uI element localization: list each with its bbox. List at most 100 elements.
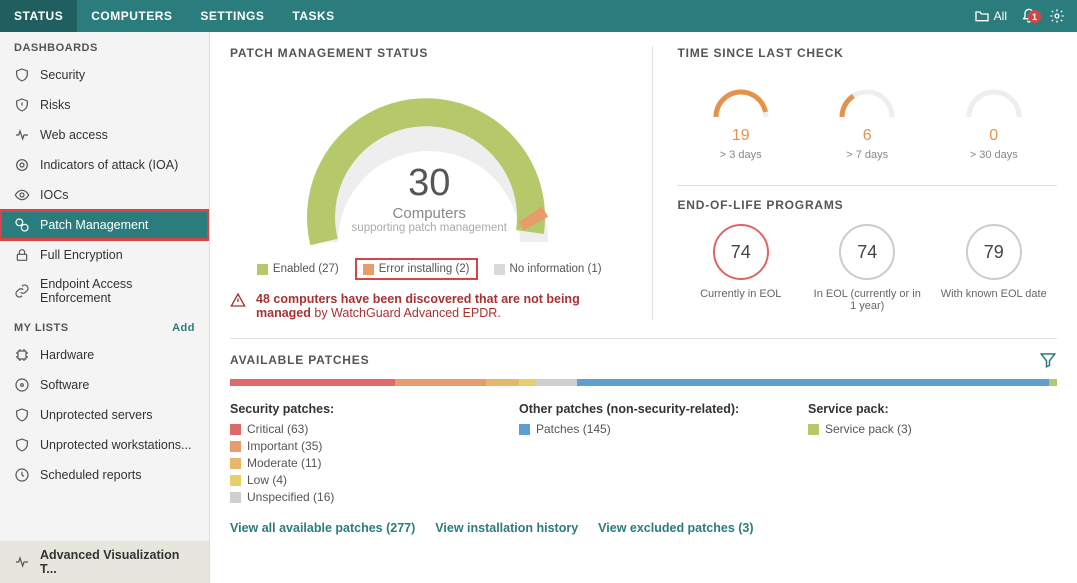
view-install-history-link[interactable]: View installation history bbox=[435, 521, 578, 535]
mini-gauge-caption: > 7 days bbox=[832, 149, 902, 161]
sidebar-item-ioa[interactable]: Indicators of attack (IOA) bbox=[0, 150, 209, 180]
gauge-count: 30 bbox=[279, 162, 579, 205]
card-patch-status: PATCH MANAGEMENT STATUS 30 Computers sup… bbox=[230, 46, 628, 320]
sidebar: DASHBOARDS Security Risks Web access Ind… bbox=[0, 32, 210, 583]
patch-label: Important (35) bbox=[247, 439, 322, 453]
bar-segment bbox=[486, 379, 519, 386]
card-right: TIME SINCE LAST CHECK 19 > 3 days 6 > 7 … bbox=[677, 46, 1057, 320]
card-available-patches: AVAILABLE PATCHES Security patches: Crit… bbox=[230, 351, 1057, 535]
sidebar-item-label: Patch Management bbox=[40, 218, 148, 232]
list-item-scheduled-reports[interactable]: Scheduled reports bbox=[0, 460, 209, 490]
sidebar-item-endpoint-access[interactable]: Endpoint Access Enforcement bbox=[0, 270, 209, 312]
sidebar-item-label: Scheduled reports bbox=[40, 468, 141, 482]
tab-settings[interactable]: SETTINGS bbox=[186, 0, 278, 32]
list-item-unprotected-servers[interactable]: Unprotected servers bbox=[0, 400, 209, 430]
patch-label: Patches (145) bbox=[536, 422, 611, 436]
sidebar-item-risks[interactable]: Risks bbox=[0, 90, 209, 120]
sidebar-item-label: Security bbox=[40, 68, 85, 82]
sidebar-item-label: Hardware bbox=[40, 348, 94, 362]
add-list-link[interactable]: Add bbox=[172, 322, 195, 334]
list-item-software[interactable]: Software bbox=[0, 370, 209, 400]
time-check-item[interactable]: 6 > 7 days bbox=[832, 72, 902, 161]
time-check-item[interactable]: 0 > 30 days bbox=[959, 72, 1029, 161]
list-item-unprotected-workstations[interactable]: Unprotected workstations... bbox=[0, 430, 209, 460]
mini-gauge-caption: > 3 days bbox=[706, 149, 776, 161]
patch-icon bbox=[14, 217, 30, 233]
patch-label: Unspecified (16) bbox=[247, 490, 334, 504]
card-title: TIME SINCE LAST CHECK bbox=[677, 46, 1057, 60]
view-excluded-patches-link[interactable]: View excluded patches (3) bbox=[598, 521, 753, 535]
unmanaged-warning[interactable]: 48 computers have been discovered that a… bbox=[230, 292, 628, 320]
eol-value: 79 bbox=[966, 224, 1022, 280]
bar-segment bbox=[1049, 379, 1057, 386]
bar-segment bbox=[519, 379, 536, 386]
shield-icon bbox=[14, 67, 30, 83]
eol-item[interactable]: 74 Currently in EOL bbox=[686, 224, 796, 312]
filter-button[interactable] bbox=[1039, 351, 1057, 374]
sidebar-item-security[interactable]: Security bbox=[0, 60, 209, 90]
sidebar-item-web-access[interactable]: Web access bbox=[0, 120, 209, 150]
mini-gauge-svg bbox=[832, 72, 902, 122]
bar-segment bbox=[395, 379, 486, 386]
time-check-item[interactable]: 19 > 3 days bbox=[706, 72, 776, 161]
col-title: Service pack: bbox=[808, 402, 1057, 416]
view-all-patches-link[interactable]: View all available patches (277) bbox=[230, 521, 415, 535]
swatch bbox=[808, 424, 819, 435]
patches-stacked-bar[interactable] bbox=[230, 379, 1057, 386]
mini-gauge-value: 6 bbox=[832, 127, 902, 145]
patch-item[interactable]: Important (35) bbox=[230, 439, 479, 453]
notifications-button[interactable]: 1 bbox=[1015, 8, 1043, 24]
tab-tasks[interactable]: TASKS bbox=[278, 0, 348, 32]
sidebar-item-full-encryption[interactable]: Full Encryption bbox=[0, 240, 209, 270]
patch-item[interactable]: Service pack (3) bbox=[808, 422, 1057, 436]
sidebar-item-patch-management[interactable]: Patch Management bbox=[0, 210, 209, 240]
pulse-icon bbox=[14, 127, 30, 143]
filter-label: All bbox=[994, 9, 1007, 23]
patches-links: View all available patches (277) View in… bbox=[230, 521, 1057, 535]
eol-row: 74 Currently in EOL 74 In EOL (currently… bbox=[677, 224, 1057, 312]
mini-gauge-caption: > 30 days bbox=[959, 149, 1029, 161]
security-patches-col: Security patches: Critical (63) Important… bbox=[230, 402, 479, 507]
patch-label: Low (4) bbox=[247, 473, 287, 487]
eol-item[interactable]: 79 With known EOL date bbox=[939, 224, 1049, 312]
patch-item[interactable]: Moderate (11) bbox=[230, 456, 479, 470]
other-patches-col: Other patches (non-security-related): Pa… bbox=[519, 402, 768, 507]
target-icon bbox=[14, 157, 30, 173]
patch-item[interactable]: Critical (63) bbox=[230, 422, 479, 436]
disc-icon bbox=[14, 377, 30, 393]
list-item-hardware[interactable]: Hardware bbox=[0, 340, 209, 370]
sidebar-item-label: Software bbox=[40, 378, 89, 392]
sidebar-item-label: Unprotected workstations... bbox=[40, 438, 191, 452]
funnel-icon bbox=[1039, 351, 1057, 369]
chip-icon bbox=[14, 347, 30, 363]
swatch bbox=[230, 441, 241, 452]
sidebar-item-iocs[interactable]: IOCs bbox=[0, 180, 209, 210]
filter-all[interactable]: All bbox=[966, 8, 1015, 24]
settings-gear-button[interactable] bbox=[1043, 8, 1071, 24]
patch-item[interactable]: Patches (145) bbox=[519, 422, 768, 436]
sidebar-item-label: Advanced Visualization T... bbox=[40, 548, 195, 576]
lock-icon bbox=[14, 247, 30, 263]
sidebar-item-label: Unprotected servers bbox=[40, 408, 153, 422]
warning-icon bbox=[230, 292, 246, 308]
bar-segment bbox=[536, 379, 577, 386]
tab-computers[interactable]: COMPUTERS bbox=[77, 0, 186, 32]
eol-caption: With known EOL date bbox=[939, 288, 1049, 300]
mini-gauge-svg bbox=[959, 72, 1029, 122]
patch-item[interactable]: Unspecified (16) bbox=[230, 490, 479, 504]
shield-alert-icon bbox=[14, 97, 30, 113]
mylists-title: MY LISTS bbox=[14, 322, 69, 334]
eol-item[interactable]: 74 In EOL (currently or in 1 year) bbox=[812, 224, 922, 312]
tab-status[interactable]: STATUS bbox=[0, 0, 77, 32]
card-title: AVAILABLE PATCHES bbox=[230, 353, 369, 367]
eol-value: 74 bbox=[839, 224, 895, 280]
patch-status-gauge[interactable]: 30 Computers supporting patch management bbox=[279, 72, 579, 252]
swatch bbox=[519, 424, 530, 435]
sidebar-item-label: Full Encryption bbox=[40, 248, 123, 262]
col-title: Security patches: bbox=[230, 402, 479, 416]
link-icon bbox=[14, 283, 30, 299]
patch-item[interactable]: Low (4) bbox=[230, 473, 479, 487]
sidebar-item-advanced-viz[interactable]: Advanced Visualization T... bbox=[0, 541, 209, 583]
warn-rest: by WatchGuard Advanced EPDR. bbox=[311, 306, 501, 320]
sidebar-item-label: IOCs bbox=[40, 188, 68, 202]
